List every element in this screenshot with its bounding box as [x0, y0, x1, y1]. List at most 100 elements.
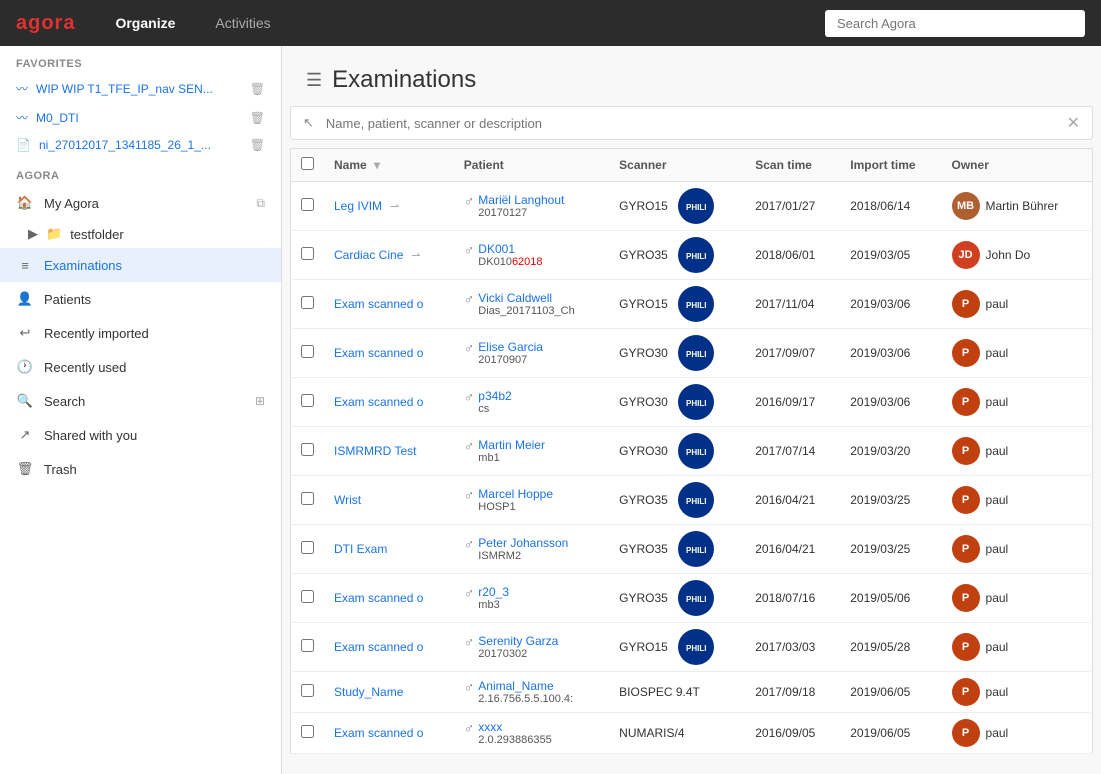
exam-name-4[interactable]: Exam scanned o [334, 395, 423, 409]
patient-name-4[interactable]: p34b2 [478, 389, 511, 403]
cell-patient-0: ♂Mariël Langhout20170127 [454, 182, 609, 231]
exam-name-1[interactable]: Cardiac Cine [334, 248, 403, 262]
row-checkbox-4[interactable] [291, 378, 325, 427]
cell-scan-time-3: 2017/09/07 [745, 329, 840, 378]
gender-icon-10: ♂ [464, 679, 475, 695]
cell-import-time-6: 2019/03/25 [840, 476, 941, 525]
exam-name-11[interactable]: Exam scanned o [334, 726, 423, 740]
header-checkbox[interactable] [291, 149, 325, 182]
sidebar-item-my-agora[interactable]: 🏠 My Agora ⧉ [0, 186, 281, 220]
name-filter-icon[interactable]: ▾ [374, 158, 380, 172]
checkbox-5[interactable] [301, 443, 314, 456]
patient-name-6[interactable]: Marcel Hoppe [478, 487, 553, 501]
owner-name-0: Martin Bührer [986, 199, 1059, 213]
checkbox-10[interactable] [301, 684, 314, 697]
search-input[interactable] [825, 10, 1085, 37]
sidebar-item-search[interactable]: 🔍 Search ⊞ [0, 384, 281, 418]
exam-name-5[interactable]: ISMRMRD Test [334, 444, 416, 458]
header-owner[interactable]: Owner [942, 149, 1093, 182]
exam-name-7[interactable]: DTI Exam [334, 542, 387, 556]
sidebar-item-recently-used[interactable]: 🕐 Recently used [0, 350, 281, 384]
scanner-text-3: GYRO30 [619, 346, 668, 360]
checkbox-8[interactable] [301, 590, 314, 603]
checkbox-7[interactable] [301, 541, 314, 554]
checkbox-2[interactable] [301, 296, 314, 309]
header-patient[interactable]: Patient [454, 149, 609, 182]
patient-name-5[interactable]: Martin Meier [478, 438, 545, 452]
patient-name-2[interactable]: Vicki Caldwell [478, 291, 574, 305]
header-scanner[interactable]: Scanner [609, 149, 745, 182]
patient-name-1[interactable]: DK001 [478, 242, 542, 256]
checkbox-1[interactable] [301, 247, 314, 260]
sidebar-item-shared-with-you[interactable]: ↗ Shared with you [0, 418, 281, 452]
filter-input[interactable] [326, 116, 1059, 131]
filter-close-button[interactable]: ✕ [1067, 113, 1080, 133]
exam-name-8[interactable]: Exam scanned o [334, 591, 423, 605]
fav-item-2[interactable]: 📄 ni_27012017_1341185_26_1_... 🗑 [0, 132, 281, 158]
table-row: Exam scanned o♂xxxx2.0.293886355NUMARIS/… [291, 713, 1093, 754]
row-checkbox-5[interactable] [291, 427, 325, 476]
row-checkbox-2[interactable] [291, 280, 325, 329]
checkbox-4[interactable] [301, 394, 314, 407]
sidebar-item-patients[interactable]: 👤 Patients [0, 282, 281, 316]
patient-name-9[interactable]: Serenity Garza [478, 634, 558, 648]
scanner-brand-2: PHILIPS [678, 286, 714, 322]
select-all-checkbox[interactable] [301, 157, 314, 170]
cell-import-time-10: 2019/06/05 [840, 672, 941, 713]
share-icon-0[interactable]: ⇀ [390, 200, 399, 213]
patient-name-0[interactable]: Mariël Langhout [478, 193, 564, 207]
exam-name-10[interactable]: Study_Name [334, 685, 403, 699]
table-row: Exam scanned o♂Serenity Garza20170302GYR… [291, 623, 1093, 672]
nav-activities[interactable]: Activities [207, 11, 278, 35]
row-checkbox-0[interactable] [291, 182, 325, 231]
patient-name-8[interactable]: r20_3 [478, 585, 509, 599]
patient-name-7[interactable]: Peter Johansson [478, 536, 568, 550]
row-checkbox-8[interactable] [291, 574, 325, 623]
sidebar-item-trash[interactable]: 🗑 Trash [0, 452, 281, 486]
patient-name-3[interactable]: Elise Garcia [478, 340, 543, 354]
checkbox-9[interactable] [301, 639, 314, 652]
row-checkbox-1[interactable] [291, 231, 325, 280]
exam-name-9[interactable]: Exam scanned o [334, 640, 423, 654]
row-checkbox-7[interactable] [291, 525, 325, 574]
scanner-brand-3: PHILIPS [678, 335, 714, 371]
fav-item-0[interactable]: 〰 WIP WIP T1_TFE_IP_nav SEN... 🗑 [0, 74, 281, 103]
sidebar-item-examinations[interactable]: ≡ Examinations [0, 248, 281, 282]
copy-icon[interactable]: ⧉ [256, 196, 265, 211]
row-checkbox-9[interactable] [291, 623, 325, 672]
nav-organize[interactable]: Organize [107, 11, 183, 35]
table-row: Exam scanned o♂r20_3mb3GYRO35PHILIPS2018… [291, 574, 1093, 623]
patient-id-9: 20170302 [478, 648, 558, 660]
sidebar-item-recently-imported[interactable]: ↩ Recently imported [0, 316, 281, 350]
delete-fav-0[interactable]: 🗑 [250, 82, 265, 96]
cursor-icon: ↖ [303, 115, 314, 131]
header-name[interactable]: Name ▾ [324, 149, 454, 182]
scanner-text-1: GYRO35 [619, 248, 668, 262]
patient-name-10[interactable]: Animal_Name [478, 679, 573, 693]
row-checkbox-10[interactable] [291, 672, 325, 713]
header-import-time[interactable]: Import time [840, 149, 941, 182]
svg-text:PHILIPS: PHILIPS [686, 595, 707, 604]
header-scan-time[interactable]: Scan time [745, 149, 840, 182]
fav-item-1[interactable]: 〰 M0_DTI 🗑 [0, 103, 281, 132]
checkbox-0[interactable] [301, 198, 314, 211]
checkbox-3[interactable] [301, 345, 314, 358]
table-row: Exam scanned o♂Elise Garcia20170907GYRO3… [291, 329, 1093, 378]
delete-fav-2[interactable]: 🗑 [250, 138, 265, 152]
sidebar-item-testfolder[interactable]: ▶ 📁 testfolder [0, 220, 281, 248]
cell-patient-2: ♂Vicki CaldwellDias_20171103_Ch [454, 280, 609, 329]
exam-name-2[interactable]: Exam scanned o [334, 297, 423, 311]
row-checkbox-3[interactable] [291, 329, 325, 378]
row-checkbox-11[interactable] [291, 713, 325, 754]
row-checkbox-6[interactable] [291, 476, 325, 525]
checkbox-6[interactable] [301, 492, 314, 505]
patient-name-11[interactable]: xxxx [478, 720, 551, 734]
exam-name-6[interactable]: Wrist [334, 493, 361, 507]
delete-fav-1[interactable]: 🗑 [250, 111, 265, 125]
grid-icon[interactable]: ⊞ [255, 394, 265, 408]
exam-name-0[interactable]: Leg IVIM [334, 199, 382, 213]
checkbox-11[interactable] [301, 725, 314, 738]
exam-name-3[interactable]: Exam scanned o [334, 346, 423, 360]
share-icon-1[interactable]: ⇀ [411, 249, 420, 262]
page-title: ☰ Examinations [306, 66, 1077, 94]
